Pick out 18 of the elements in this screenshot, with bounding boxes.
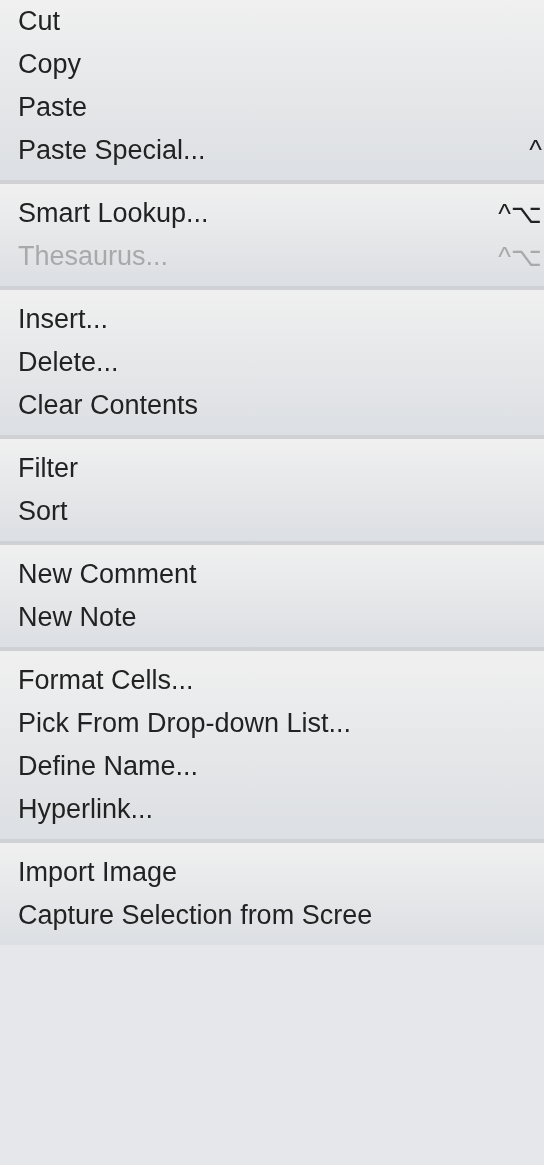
menu-item[interactable]: Delete... bbox=[0, 341, 544, 384]
menu-item[interactable]: Smart Lookup... ^⌥ bbox=[0, 192, 544, 235]
menu-item[interactable]: Clear Contents bbox=[0, 384, 544, 427]
menu-item[interactable]: Format Cells... bbox=[0, 659, 544, 702]
menu-item[interactable]: Sort bbox=[0, 490, 544, 533]
menu-item[interactable]: Paste bbox=[0, 86, 544, 129]
menu-item[interactable]: Hyperlink... bbox=[0, 788, 544, 831]
menu-item[interactable]: Cut bbox=[0, 0, 544, 43]
menu-item[interactable]: Insert... bbox=[0, 298, 544, 341]
menu-item[interactable]: Capture Selection from Scree bbox=[0, 894, 544, 937]
menu-item[interactable]: Filter bbox=[0, 447, 544, 490]
menu-item[interactable]: Paste Special... ^ bbox=[0, 129, 544, 172]
menu-item[interactable]: New Note bbox=[0, 596, 544, 639]
menu-item[interactable]: Define Name... bbox=[0, 745, 544, 788]
menu-item[interactable]: Pick From Drop-down List... bbox=[0, 702, 544, 745]
menu-item[interactable]: Copy bbox=[0, 43, 544, 86]
menu-item[interactable]: New Comment bbox=[0, 553, 544, 596]
menu-item[interactable]: Import Image bbox=[0, 851, 544, 894]
